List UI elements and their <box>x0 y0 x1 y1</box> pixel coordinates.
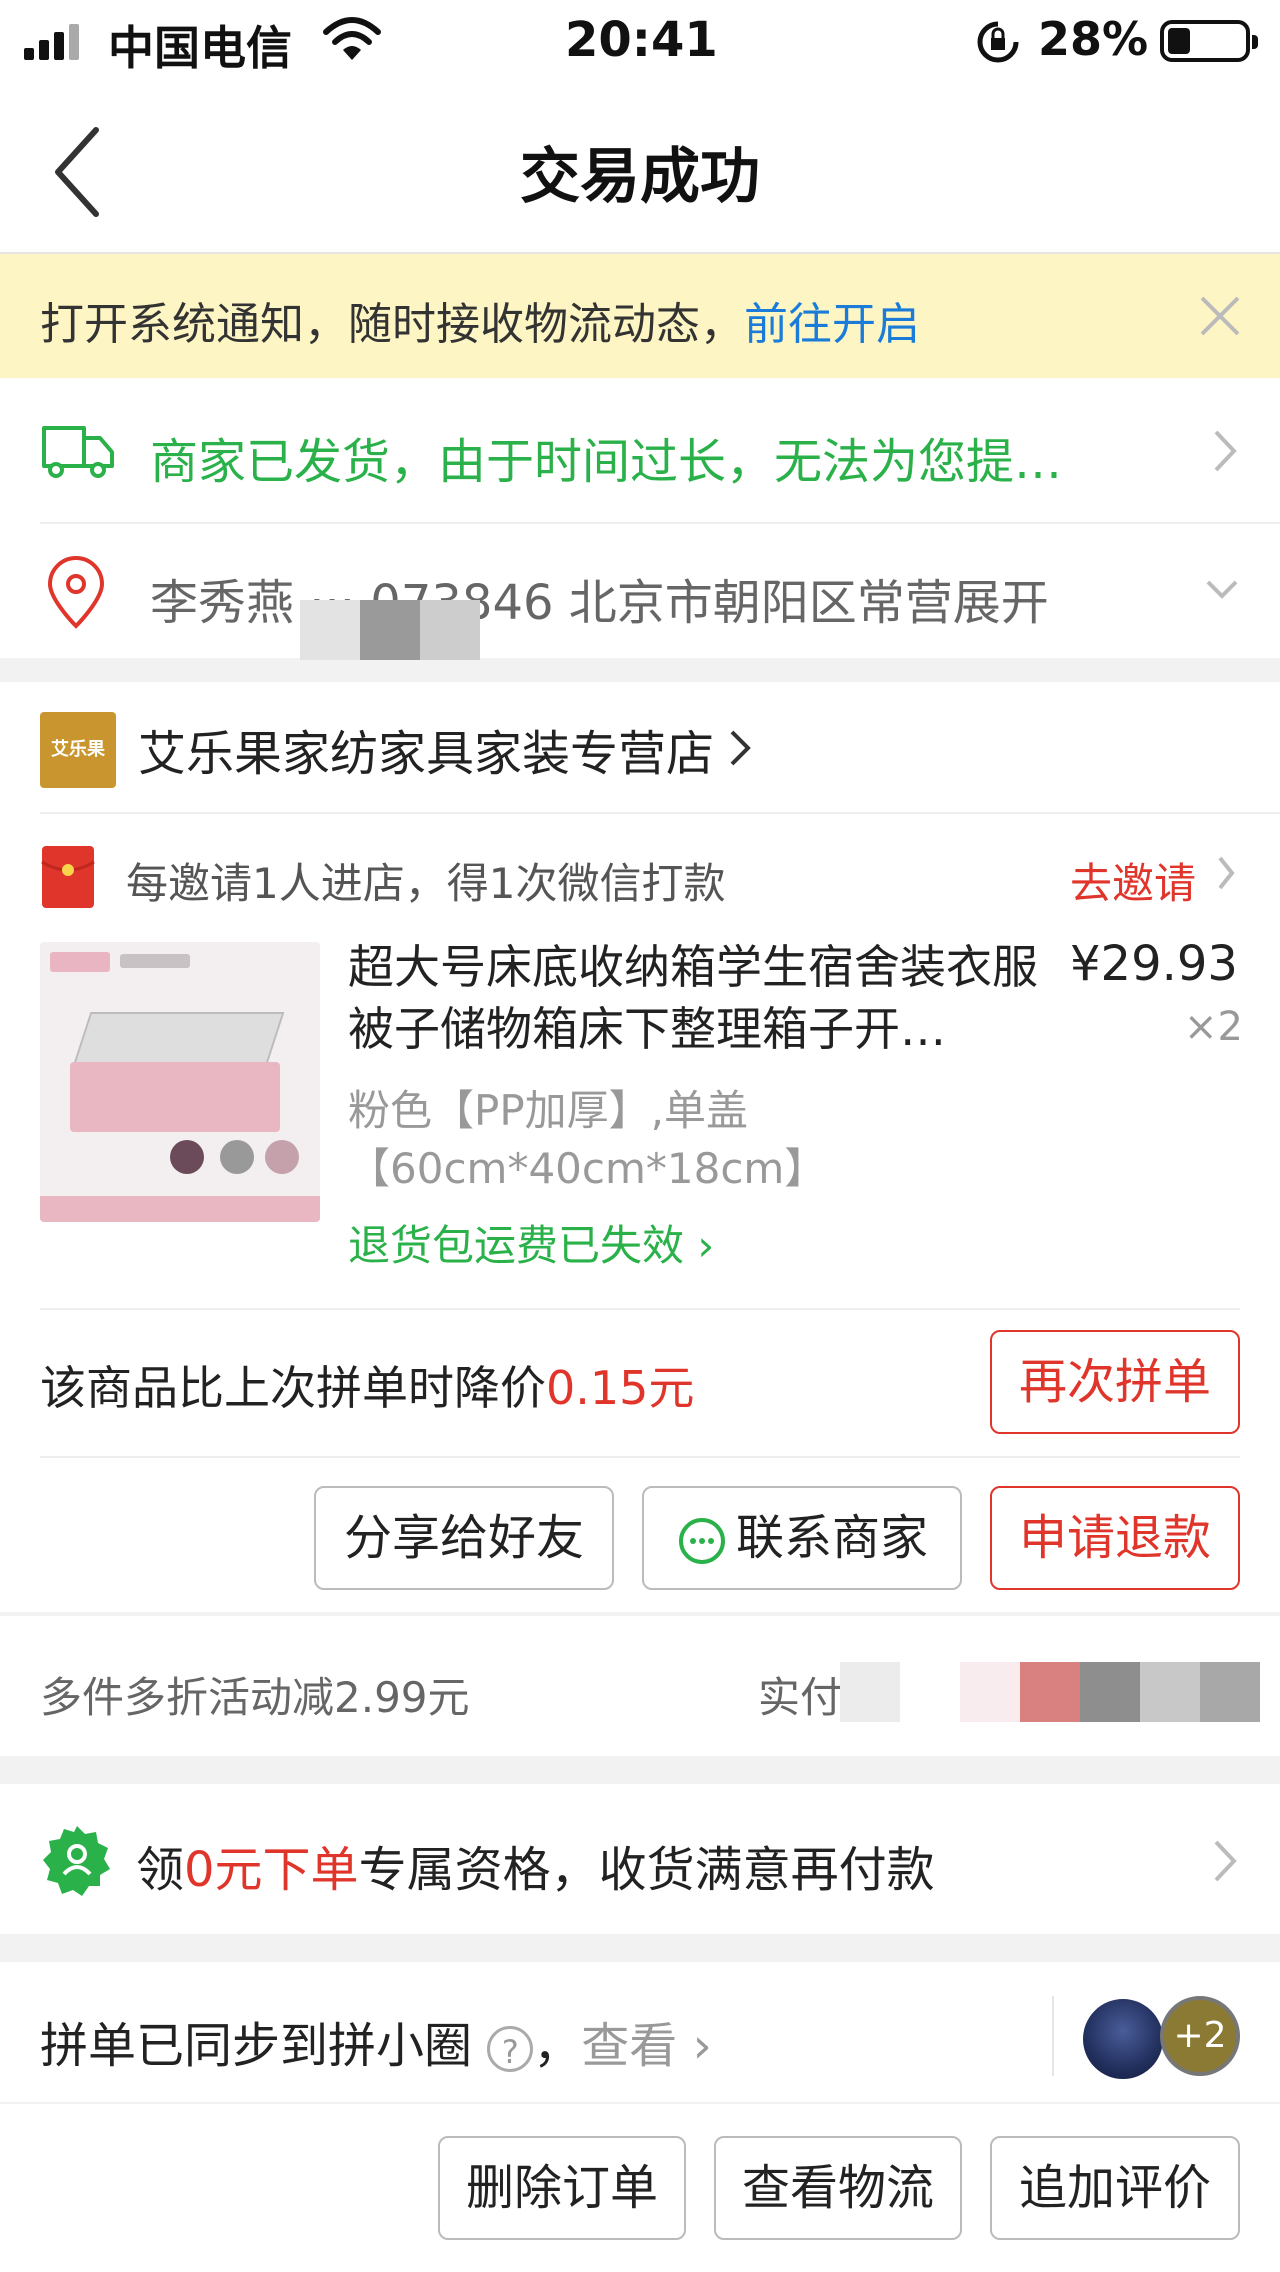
status-time: 20:41 <box>565 12 718 68</box>
group-sync-text: 拼单已同步到拼小圈 ? ，查看 › <box>40 2018 712 2074</box>
contact-merchant-button[interactable]: 联系商家 <box>642 1486 962 1590</box>
page-title: 交易成功 <box>520 142 760 212</box>
help-icon[interactable]: ? <box>487 2026 534 2072</box>
price-drop-text: 该商品比上次拼单时降价0.15元 <box>40 1361 695 1415</box>
chevron-right-icon <box>1218 856 1235 890</box>
product-spec: 粉色【PP加厚】,单盖 【60cm*40cm*18cm】 <box>348 1086 827 1193</box>
divider <box>40 1456 1240 1458</box>
truck-icon <box>42 426 114 478</box>
divider <box>40 1308 1240 1310</box>
order-detail-page: 中国电信 20:41 28% 交易成功 打开系统通知，随时接收物流动态，前往开启 <box>0 0 1280 2272</box>
reorder-button[interactable]: 再次拼单 <box>990 1330 1240 1434</box>
chevron-down-icon <box>1206 580 1238 599</box>
chevron-right-icon <box>1214 1840 1237 1882</box>
orientation-lock-icon <box>977 21 1019 63</box>
store-name: 艾乐果家纺家具家装专营店 <box>138 726 715 782</box>
invite-text: 每邀请1人进店，得1次微信打款 <box>126 859 726 908</box>
refund-button[interactable]: 申请退款 <box>990 1486 1240 1590</box>
product-image[interactable] <box>40 942 320 1222</box>
notice-text: 打开系统通知，随时接收物流动态，前往开启 <box>40 299 920 350</box>
view-link[interactable]: 查看 <box>581 2018 677 2074</box>
badge-check-icon <box>43 1826 110 1896</box>
red-envelope-icon <box>41 846 95 908</box>
zero-order-banner[interactable]: 领0元下单专属资格，收货满意再付款 <box>0 1784 1280 1934</box>
location-pin-icon <box>47 556 105 629</box>
battery-percent: 28% <box>1038 12 1149 66</box>
return-shipping-tip[interactable]: 退货包运费已失效 › <box>348 1212 714 1273</box>
logistics-status: 商家已发货，由于时间过长，无法为您提… <box>150 434 1063 490</box>
wifi-icon <box>323 17 381 60</box>
order-card: 艾乐果 艾乐果家纺家具家装专营店 每邀请1人进店，得1次微信打款 去邀请 超大号… <box>0 682 1280 1612</box>
nav-bar: 交易成功 <box>0 88 1280 254</box>
privacy-mosaic <box>300 600 480 660</box>
divider <box>1052 1996 1054 2076</box>
privacy-mosaic <box>840 1662 1260 1722</box>
address-text: 李秀燕 ··· 073846 北京市朝阳区常营展开 <box>150 575 1049 631</box>
paid-label: 实付 <box>758 1673 843 1722</box>
add-review-button[interactable]: 追加评价 <box>990 2136 1240 2240</box>
carrier-label: 中国电信 <box>108 21 292 75</box>
bottom-action-bar: 删除订单 查看物流 追加评价 <box>0 2104 1280 2272</box>
avatar[interactable] <box>1080 1996 1166 2082</box>
group-sync-row[interactable]: 拼单已同步到拼小圈 ? ，查看 › +2 <box>0 1962 1280 2102</box>
logistics-section: 商家已发货，由于时间过长，无法为您提… 李秀燕 ··· 073846 北京市朝阳… <box>0 378 1280 658</box>
payment-summary: 多件多折活动减2.99元 实付 <box>0 1616 1280 1756</box>
zero-order-text: 领0元下单专属资格，收货满意再付款 <box>136 1842 935 1898</box>
chat-icon <box>678 1518 725 1564</box>
discount-text: 多件多折活动减2.99元 <box>40 1673 470 1722</box>
share-button[interactable]: 分享给好友 <box>314 1486 614 1590</box>
chevron-right-icon <box>730 730 751 766</box>
product-quantity: ×2 <box>1184 1004 1243 1050</box>
product-title[interactable]: 超大号床底收纳箱学生宿舍装衣服被子储物箱床下整理箱子开… <box>348 936 1048 1060</box>
close-icon[interactable] <box>1198 294 1242 338</box>
enable-notifications-link[interactable]: 前往开启 <box>744 299 920 350</box>
notification-banner: 打开系统通知，随时接收物流动态，前往开启 <box>0 254 1280 378</box>
delete-order-button[interactable]: 删除订单 <box>438 2136 686 2240</box>
product-price: ¥29.93 <box>1070 936 1238 992</box>
signal-icon <box>24 24 84 60</box>
store-logo: 艾乐果 <box>40 712 116 788</box>
chevron-right-icon <box>1214 430 1237 472</box>
battery-icon <box>1160 20 1258 62</box>
more-members-badge[interactable]: +2 <box>1160 1996 1240 2076</box>
status-bar: 中国电信 20:41 28% <box>0 0 1280 88</box>
invite-button[interactable]: 去邀请 <box>1070 850 1196 911</box>
view-logistics-button[interactable]: 查看物流 <box>714 2136 962 2240</box>
